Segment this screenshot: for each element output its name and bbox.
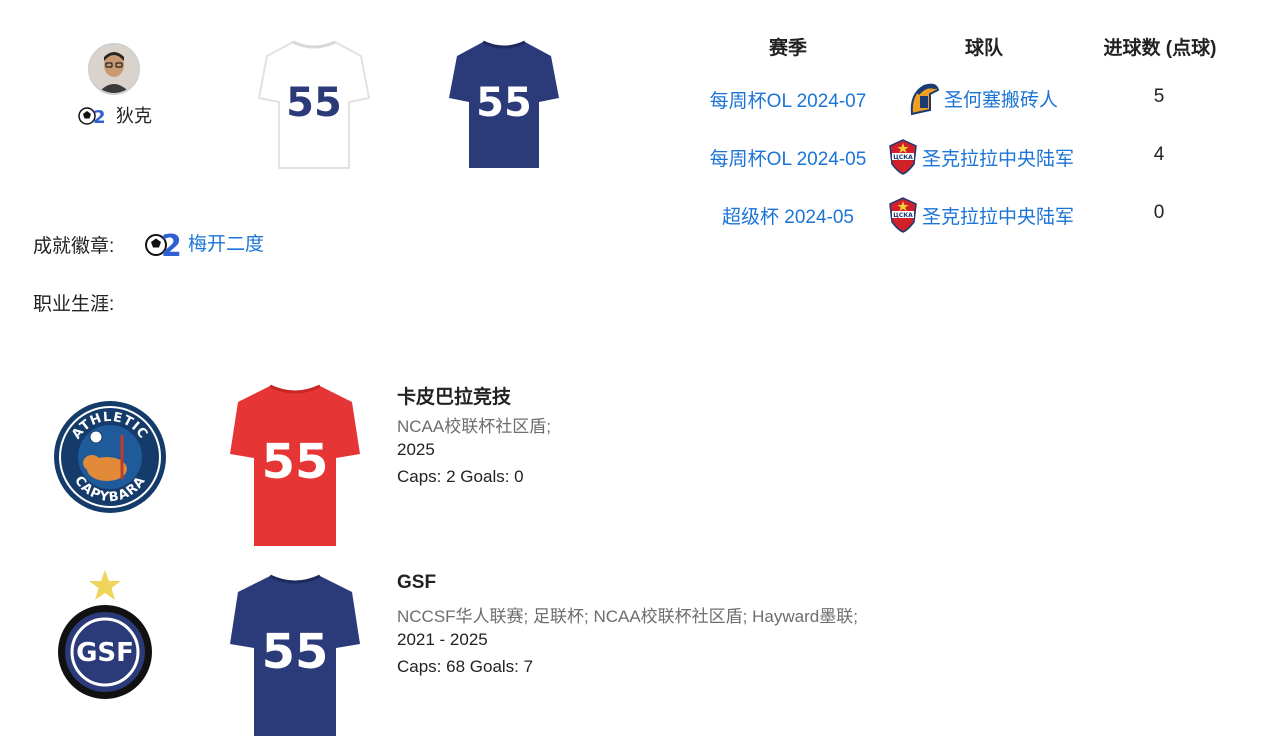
player-name-row: 2 狄克 <box>78 102 152 128</box>
star-icon <box>89 570 121 600</box>
career-label: 职业生涯: <box>33 294 115 315</box>
table-row: 每周杯OL 2024-05 ЦСКА 圣克拉拉中央陆军 4 <box>690 138 1250 178</box>
career-competitions: NCCSF华人联赛; 足联杯; NCAA校联杯社区盾; Hayward墨联; <box>397 607 858 626</box>
season-link[interactable]: 每周杯OL 2024-07 <box>690 86 886 113</box>
goals-value: 4 <box>1153 144 1165 165</box>
career-team-name[interactable]: 卡皮巴拉竞技 <box>397 382 511 409</box>
career-competitions: NCAA校联杯社区盾; <box>397 417 551 436</box>
career-team-name[interactable]: GSF <box>397 572 436 594</box>
svg-text:ЦСКА: ЦСКА <box>893 212 913 219</box>
season-link[interactable]: 每周杯OL 2024-05 <box>690 144 886 171</box>
achievements-label: 成就徽章: <box>33 236 115 257</box>
athletic-capybara-logo[interactable]: ATHLETIC CAPYBARA <box>52 399 168 515</box>
table-row: 超级杯 2024-05 ЦСКА 圣克拉拉中央陆军 0 <box>690 196 1250 236</box>
spartan-helmet-icon <box>910 83 940 116</box>
header-team: 球队 <box>964 38 1003 59</box>
gsf-logo-text: GSF <box>76 638 134 668</box>
achievement-badge-name[interactable]: 梅开二度 <box>188 229 264 256</box>
career-stats: Caps: 2 Goals: 0 <box>397 467 524 486</box>
table-row: 每周杯OL 2024-07 圣何塞搬砖人 5 <box>690 80 1250 120</box>
away-jersey: 55 <box>449 40 559 168</box>
navy-jersey: 55 <box>230 574 360 736</box>
svg-text:ЦСКА: ЦСКА <box>893 154 913 161</box>
avatar <box>88 43 140 95</box>
achievement-badge[interactable]: 2 梅开二度 <box>144 226 264 258</box>
header-goals: 进球数 (点球) <box>1103 38 1217 59</box>
home-jersey: 55 <box>257 40 371 169</box>
season-link[interactable]: 超级杯 2024-05 <box>690 202 886 229</box>
red-jersey: 55 <box>230 384 360 546</box>
home-jersey-number: 55 <box>286 80 342 126</box>
team-cell[interactable]: ЦСКА 圣克拉拉中央陆军 <box>888 196 1074 234</box>
goals-value: 5 <box>1153 86 1165 107</box>
team-link[interactable]: 圣克拉拉中央陆军 <box>922 144 1074 171</box>
team-cell[interactable]: ЦСКА 圣克拉拉中央陆军 <box>888 138 1074 176</box>
cska-shield-icon: ЦСКА <box>889 139 917 175</box>
gsf-logo[interactable]: GSF <box>57 604 153 700</box>
header-season: 赛季 <box>768 38 807 59</box>
svg-text:2: 2 <box>93 107 104 126</box>
goals-value: 0 <box>1153 202 1165 223</box>
career-stats: Caps: 68 Goals: 7 <box>397 657 534 676</box>
soccer-ball-2-icon: 2 <box>78 104 104 126</box>
team-cell[interactable]: 圣何塞搬砖人 <box>906 80 1058 116</box>
svg-text:2: 2 <box>161 229 180 258</box>
soccer-ball-2-icon: 2 <box>145 229 180 258</box>
red-jersey-number: 55 <box>262 434 329 490</box>
navy-jersey-number: 55 <box>262 624 329 680</box>
player-name[interactable]: 狄克 <box>116 102 152 128</box>
team-link[interactable]: 圣克拉拉中央陆军 <box>922 202 1074 229</box>
person-avatar-icon <box>90 45 138 93</box>
career-years: 2021 - 2025 <box>397 630 488 649</box>
team-link[interactable]: 圣何塞搬砖人 <box>944 85 1058 112</box>
career-years: 2025 <box>397 440 435 459</box>
away-jersey-number: 55 <box>476 80 532 126</box>
cska-shield-icon: ЦСКА <box>889 197 917 233</box>
